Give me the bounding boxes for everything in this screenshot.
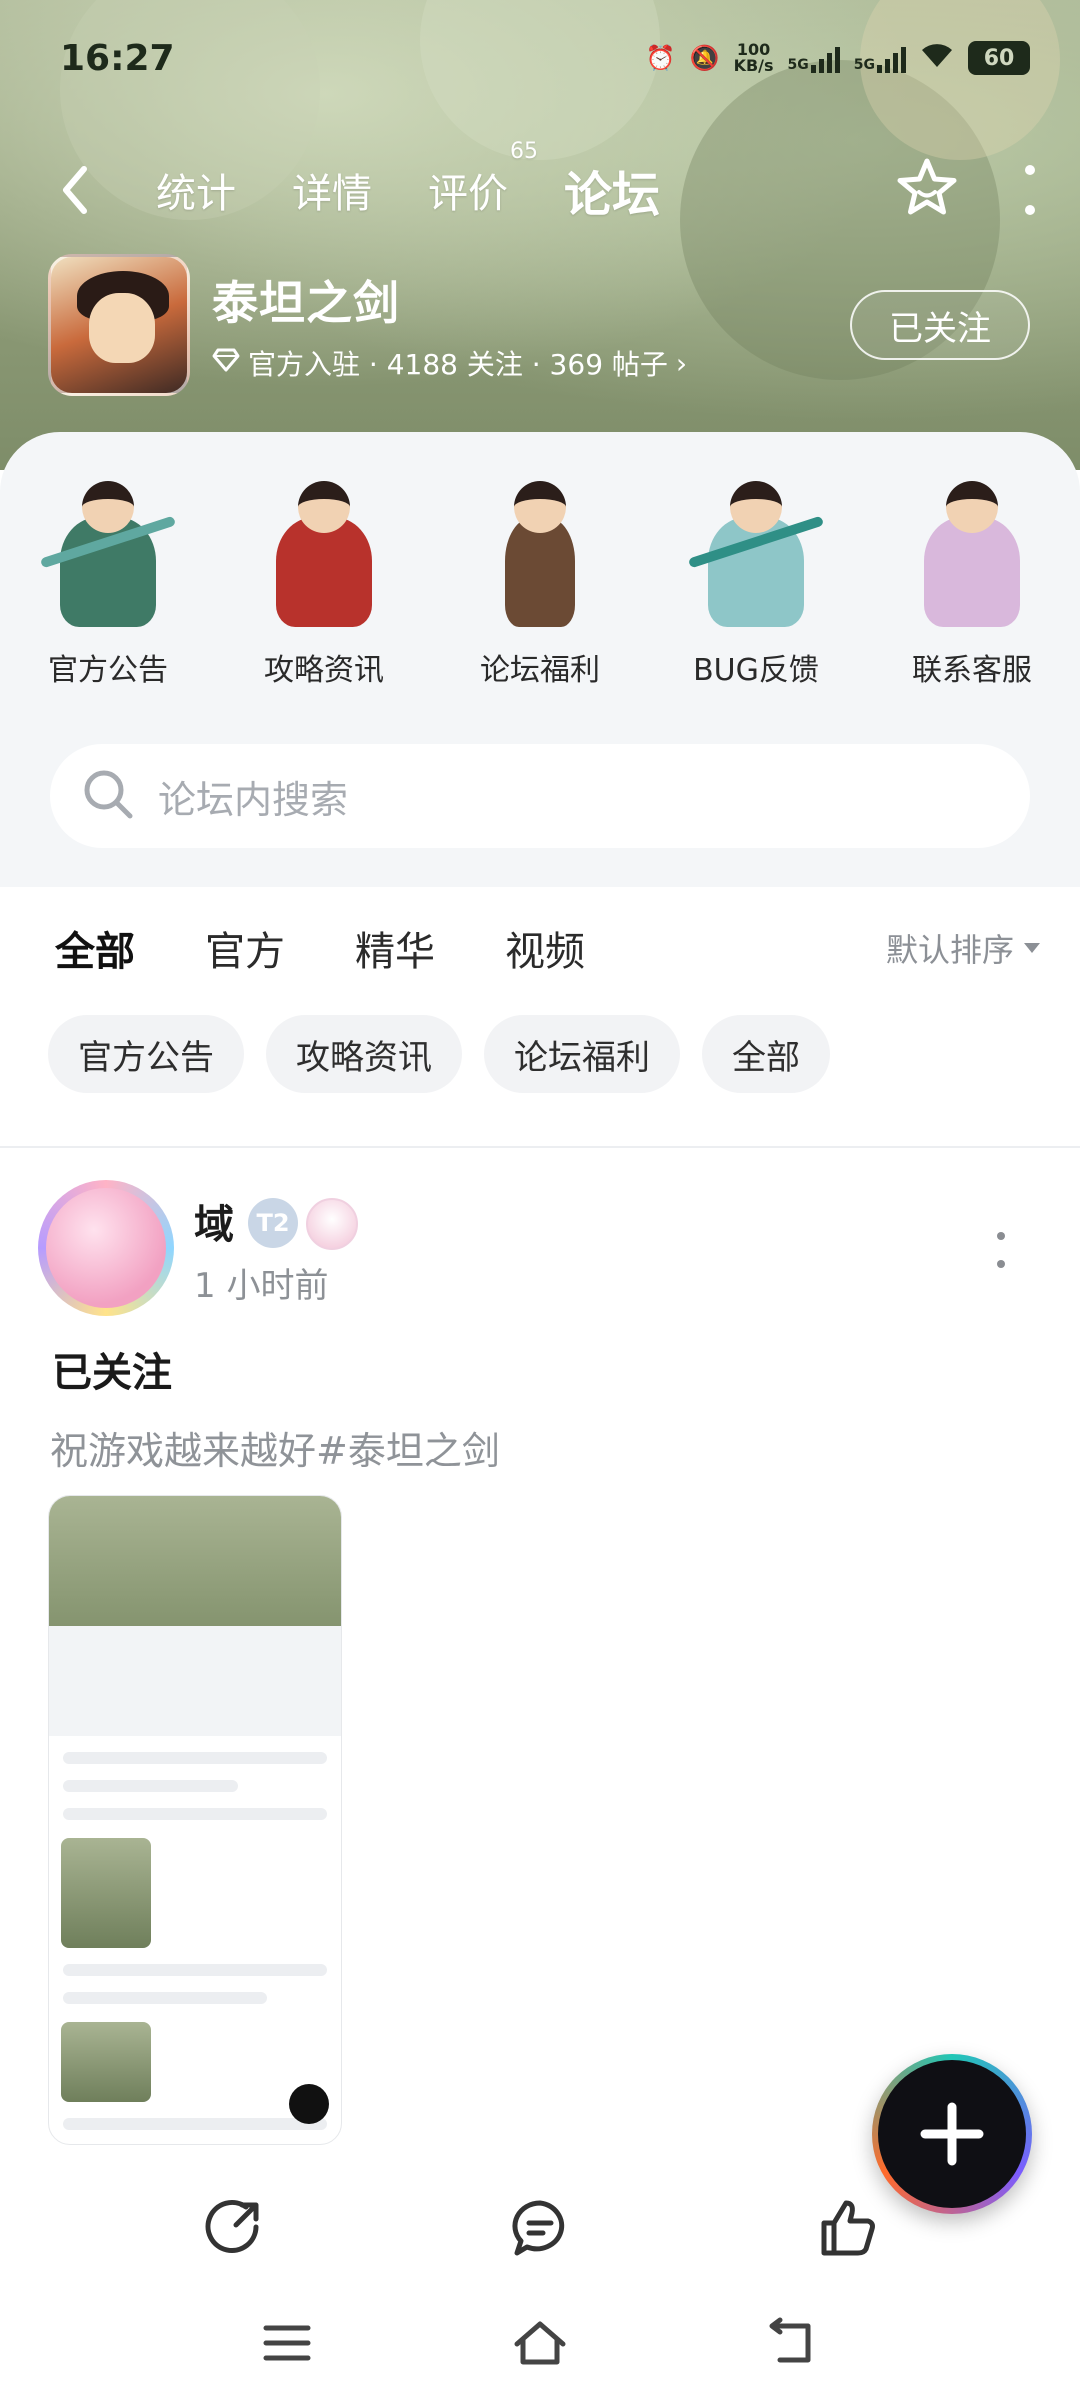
home-icon[interactable] xyxy=(511,2314,569,2376)
shortcut-label: 官方公告 xyxy=(48,653,168,688)
battery-icon: 60 xyxy=(968,41,1030,75)
shortcut-official-announcement[interactable]: 官方公告 xyxy=(0,467,216,689)
tab-details[interactable]: 详情 xyxy=(292,161,372,219)
caret-down-icon xyxy=(1024,943,1040,953)
sort-dropdown[interactable]: 默认排序 xyxy=(886,925,1040,971)
signal-icon: 5G xyxy=(854,43,906,73)
post-more-icon[interactable] xyxy=(994,1232,1008,1268)
post-author-row: 域 T2 1 小时前 xyxy=(38,1180,1038,1320)
wifi-icon xyxy=(920,41,954,75)
signal-icon: 5G xyxy=(788,43,840,73)
post-image[interactable] xyxy=(48,1495,342,2145)
post-title[interactable]: 已关注 xyxy=(52,1340,172,1398)
post-action-bar xyxy=(0,2180,1080,2280)
top-navigation: 统计 详情 评价 65 论坛 xyxy=(60,139,1040,231)
forum-header: 16:27 ⏰ 🔕 100 KB/s 5G 5G 60 统计 详情 评价 65 … xyxy=(0,0,1080,470)
chip-forum-benefits[interactable]: 论坛福利 xyxy=(484,1015,680,1093)
comment-icon[interactable] xyxy=(509,2197,571,2263)
character-illustration xyxy=(892,467,1052,627)
share-icon[interactable] xyxy=(202,2197,264,2263)
author-name[interactable]: 域 xyxy=(194,1192,234,1250)
chip-official-announcement[interactable]: 官方公告 xyxy=(48,1015,244,1093)
chevron-right-icon: › xyxy=(675,346,688,380)
review-count-badge: 65 xyxy=(510,139,538,164)
shortcut-grid: 官方公告 攻略资讯 论坛福利 BUG反馈 联系客服 xyxy=(0,467,1080,689)
filter-tab-video[interactable]: 视频 xyxy=(505,919,585,977)
tab-stats[interactable]: 统计 xyxy=(156,161,236,219)
search-input[interactable]: 论坛内搜索 xyxy=(158,769,348,824)
forum-search-bar[interactable]: 论坛内搜索 xyxy=(50,744,1030,848)
game-meta[interactable]: 官方入驻 · 4188 关注 · 369 帖子 › xyxy=(212,343,687,383)
filter-tabs: 全部 官方 精华 视频 默认排序 xyxy=(55,919,1040,985)
game-info: 泰坦之剑 官方入驻 · 4188 关注 · 369 帖子 › xyxy=(212,267,687,383)
alarm-icon: ⏰ xyxy=(645,44,676,72)
network-speed: 100 KB/s xyxy=(733,40,774,75)
avatar[interactable] xyxy=(38,1180,174,1316)
level-badge: T2 xyxy=(248,1198,298,1248)
shortcut-label: 论坛福利 xyxy=(480,653,600,688)
post-filters: 全部 官方 精华 视频 默认排序 官方公告 攻略资讯 论坛福利 全部 xyxy=(0,887,1080,1147)
system-navigation-bar xyxy=(0,2290,1080,2400)
tab-reviews[interactable]: 评价 65 xyxy=(428,139,538,219)
post-timestamp: 1 小时前 xyxy=(194,1266,329,1306)
character-illustration xyxy=(460,467,620,627)
chip-guides[interactable]: 攻略资讯 xyxy=(266,1015,462,1093)
plus-icon xyxy=(920,2102,984,2166)
shortcut-label: 攻略资讯 xyxy=(264,653,384,688)
signal-type: 5G xyxy=(853,57,875,73)
like-thumb-icon[interactable] xyxy=(816,2197,878,2263)
filter-tab-all[interactable]: 全部 xyxy=(55,919,135,985)
tab-reviews-label: 评价 xyxy=(428,171,508,217)
shortcut-customer-service[interactable]: 联系客服 xyxy=(864,467,1080,689)
sort-label: 默认排序 xyxy=(885,931,1014,969)
search-icon xyxy=(80,766,136,826)
game-title: 泰坦之剑 xyxy=(212,276,400,330)
diamond-icon xyxy=(212,346,240,381)
status-time: 16:27 xyxy=(60,37,175,79)
signal-type: 5G xyxy=(787,57,809,73)
more-options-icon[interactable] xyxy=(1020,165,1040,215)
shortcut-bug-report[interactable]: BUG反馈 xyxy=(648,467,864,689)
game-header: 泰坦之剑 官方入驻 · 4188 关注 · 369 帖子 › 已关注 xyxy=(48,250,1030,400)
status-icons: ⏰ 🔕 100 KB/s 5G 5G 60 xyxy=(646,41,1030,75)
character-illustration xyxy=(28,467,188,627)
character-illustration xyxy=(676,467,836,627)
follow-button[interactable]: 已关注 xyxy=(850,290,1030,360)
shortcut-label: BUG反馈 xyxy=(693,653,819,688)
divider xyxy=(0,1146,1080,1148)
status-bar: 16:27 ⏰ 🔕 100 KB/s 5G 5G 60 xyxy=(60,28,1030,88)
shortcut-guides[interactable]: 攻略资讯 xyxy=(216,467,432,689)
post-body[interactable]: 祝游戏越来越好#泰坦之剑 xyxy=(50,1420,500,1475)
achievement-badge-icon xyxy=(306,1198,358,1250)
menu-icon[interactable] xyxy=(258,2314,316,2376)
tab-forum[interactable]: 论坛 xyxy=(559,155,665,231)
category-chips: 官方公告 攻略资讯 论坛福利 全部 xyxy=(48,1015,830,1093)
mute-icon: 🔕 xyxy=(689,44,720,72)
shortcut-label: 联系客服 xyxy=(912,653,1032,688)
game-stats: 官方入驻 · 4188 关注 · 369 帖子 xyxy=(248,348,668,381)
filter-tab-official[interactable]: 官方 xyxy=(205,919,285,977)
favorite-star-icon[interactable] xyxy=(894,155,960,225)
game-logo[interactable] xyxy=(48,254,190,396)
back-nav-icon[interactable] xyxy=(764,2314,822,2376)
shortcut-forum-benefits[interactable]: 论坛福利 xyxy=(432,467,648,689)
filter-tab-featured[interactable]: 精华 xyxy=(355,919,435,977)
character-illustration xyxy=(244,467,404,627)
forum-shortcut-card: 官方公告 攻略资讯 论坛福利 BUG反馈 联系客服 论坛内搜索 xyxy=(0,432,1080,887)
chip-all[interactable]: 全部 xyxy=(702,1015,830,1093)
back-arrow-icon[interactable] xyxy=(60,160,100,220)
